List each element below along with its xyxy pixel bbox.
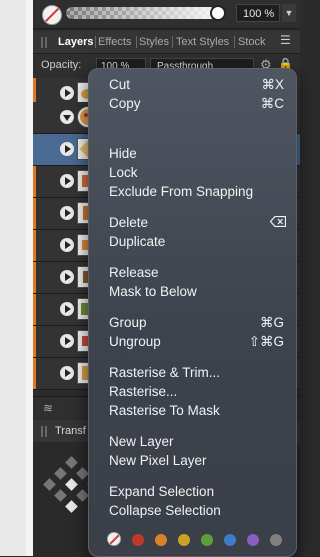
menu-item-rasterise-trim[interactable]: Rasterise & Trim...	[109, 364, 220, 381]
layer-color-tag	[33, 230, 36, 261]
canvas-shadow	[26, 0, 33, 556]
menu-item-copy[interactable]: Copy	[109, 95, 141, 112]
color-opacity-bar: 100 % ▼	[33, 0, 300, 29]
layer-color-tag	[33, 358, 36, 389]
menu-item-new-pixel-layer[interactable]: New Pixel Layer	[109, 452, 207, 469]
color-tag-swatch[interactable]	[270, 534, 282, 546]
tab-effects[interactable]: Effects	[98, 31, 131, 53]
shortcut-ungroup: ⇧⌘G	[248, 334, 284, 349]
opacity-value-field[interactable]: 100 %	[236, 4, 280, 22]
color-tag-swatch[interactable]	[132, 534, 144, 546]
tab-separator	[136, 36, 137, 48]
expand-arrow-icon[interactable]	[60, 302, 74, 316]
expand-arrow-icon[interactable]	[60, 334, 74, 348]
color-tag-swatch[interactable]	[224, 534, 236, 546]
layer-color-tag	[33, 294, 36, 325]
menu-item-new-layer[interactable]: New Layer	[109, 433, 174, 450]
tab-transform[interactable]: Transf	[55, 420, 86, 442]
menu-item-mask-to-below[interactable]: Mask to Below	[109, 283, 197, 300]
opacity-slider-track[interactable]	[66, 7, 216, 19]
tab-separator	[95, 36, 96, 48]
layer-context-menu: Cut ⌘X Copy ⌘C Hide Lock Exclude From Sn…	[88, 68, 297, 557]
opacity-dropdown-chevron-icon[interactable]: ▼	[282, 4, 296, 22]
opacity-label: Opacity:	[41, 59, 82, 71]
no-fill-swatch[interactable]	[42, 5, 62, 25]
menu-item-lock[interactable]: Lock	[109, 164, 138, 181]
panel-menu-icon[interactable]: ☰	[280, 33, 291, 47]
collapse-arrow-icon[interactable]	[60, 110, 74, 124]
menu-item-duplicate[interactable]: Duplicate	[109, 233, 165, 250]
tab-layers[interactable]: Layers	[58, 31, 93, 53]
color-tag-row	[103, 532, 293, 548]
layer-color-tag	[33, 326, 36, 357]
menu-item-hide[interactable]: Hide	[109, 145, 137, 162]
panel-grip-icon[interactable]	[41, 37, 47, 48]
menu-item-release[interactable]: Release	[109, 264, 159, 281]
expand-arrow-icon[interactable]	[60, 270, 74, 284]
canvas-edge	[0, 0, 33, 556]
tab-separator	[172, 36, 173, 48]
expand-arrow-icon[interactable]	[60, 238, 74, 252]
tab-stock[interactable]: Stock	[238, 31, 266, 53]
tab-styles[interactable]: Styles	[139, 31, 169, 53]
delete-key-icon	[270, 216, 286, 227]
menu-item-cut[interactable]: Cut	[109, 76, 130, 93]
layer-stack-icon[interactable]: ≋	[43, 401, 59, 415]
tab-text-styles[interactable]: Text Styles	[176, 31, 229, 53]
studio-tabs: Layers Effects Styles Text Styles Stock …	[33, 31, 300, 54]
opacity-slider-knob[interactable]	[210, 5, 226, 21]
menu-item-ungroup[interactable]: Ungroup	[109, 333, 161, 350]
layer-color-tag	[33, 262, 36, 293]
expand-arrow-icon[interactable]	[60, 86, 74, 100]
tab-separator	[234, 36, 235, 48]
color-tag-swatch[interactable]	[155, 534, 167, 546]
no-color-tag-swatch[interactable]	[107, 532, 121, 546]
menu-item-collapse-selection[interactable]: Collapse Selection	[109, 502, 221, 519]
expand-arrow-icon[interactable]	[60, 206, 74, 220]
menu-item-group[interactable]: Group	[109, 314, 147, 331]
shortcut-copy: ⌘C	[260, 96, 284, 111]
menu-item-expand-selection[interactable]: Expand Selection	[109, 483, 214, 500]
shortcut-cut: ⌘X	[261, 77, 284, 92]
shortcut-group: ⌘G	[259, 315, 284, 330]
expand-arrow-icon[interactable]	[60, 366, 74, 380]
color-tag-swatch[interactable]	[178, 534, 190, 546]
layer-color-tag	[33, 198, 36, 229]
menu-item-rasterise[interactable]: Rasterise...	[109, 383, 177, 400]
menu-item-rasterise-to-mask[interactable]: Rasterise To Mask	[109, 402, 220, 419]
panel-grip-icon[interactable]	[41, 426, 47, 437]
menu-item-delete[interactable]: Delete	[109, 214, 148, 231]
menu-item-exclude-from-snapping[interactable]: Exclude From Snapping	[109, 183, 253, 200]
color-tag-swatch[interactable]	[201, 534, 213, 546]
expand-arrow-icon[interactable]	[60, 142, 74, 156]
color-tag-swatch[interactable]	[247, 534, 259, 546]
layer-color-tag	[33, 166, 36, 197]
expand-arrow-icon[interactable]	[60, 174, 74, 188]
